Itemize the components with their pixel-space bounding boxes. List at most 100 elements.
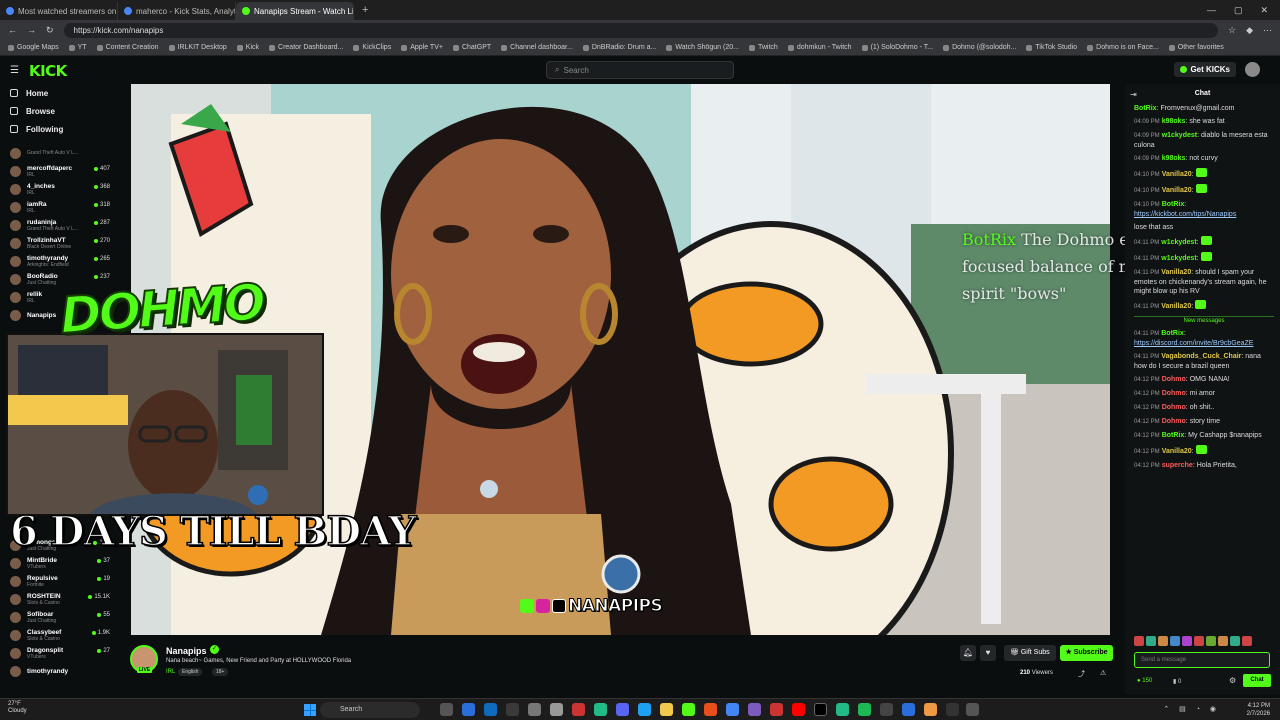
message-link[interactable]: https://kickbot.com/tips/Nanapips <box>1134 211 1236 218</box>
bookmark-item[interactable]: Dohmo (@solodoh... <box>943 44 1016 51</box>
bookmark-item[interactable]: ChatGPT <box>452 44 491 51</box>
user-avatar[interactable] <box>1245 62 1260 77</box>
bookmark-item[interactable]: Twitch <box>748 44 778 51</box>
message-username[interactable]: Vanilla20 <box>1162 171 1192 178</box>
message-username[interactable]: BotRix <box>1134 105 1157 112</box>
message-username[interactable]: Dohmo <box>1162 404 1186 411</box>
share-icon[interactable]: ⤴ <box>1078 669 1085 679</box>
following-channel[interactable]: Repulsive Fortnite 19 <box>0 572 120 590</box>
message-username[interactable]: Dohmo <box>1162 390 1186 397</box>
emote-icon[interactable] <box>1182 636 1192 646</box>
bookmark-item[interactable]: dohmkun - Twitch <box>787 44 852 51</box>
star-icon[interactable]: ☆ <box>1228 25 1236 36</box>
message-username[interactable]: Vanilla20 <box>1161 303 1191 310</box>
discord-icon[interactable] <box>616 703 629 716</box>
menu-icon[interactable]: ⋯ <box>1263 25 1272 36</box>
app-icon[interactable] <box>506 703 519 716</box>
message-username[interactable]: BotRix <box>1162 432 1185 439</box>
emote-icon[interactable] <box>1158 636 1168 646</box>
warning-icon[interactable]: ⚠ <box>1100 669 1106 677</box>
following-channel[interactable]: ROSHTEIN Slots & Casino 15.1K <box>0 590 120 608</box>
app-icon[interactable] <box>594 703 607 716</box>
bookmark-item[interactable]: Channel dashboar... <box>501 44 573 51</box>
message-username[interactable]: w1ckydest <box>1161 239 1196 246</box>
emote-icon[interactable] <box>1206 636 1216 646</box>
gear-icon[interactable]: ⚙ <box>1229 676 1236 685</box>
edge-icon[interactable] <box>484 703 497 716</box>
following-channel[interactable]: TrollzinhaVT Black Desert Online 270 <box>0 234 120 252</box>
bookmark-item[interactable]: Apple TV+ <box>401 44 443 51</box>
x-app-icon[interactable] <box>814 703 827 716</box>
browser-tab-active[interactable]: Nanapips Stream - Watch Liv✕ <box>236 2 354 20</box>
app-icon[interactable] <box>924 703 937 716</box>
bookmark-item[interactable]: Content Creation <box>96 44 159 51</box>
bookmark-item[interactable]: (1) SoloDohmo - T... <box>861 44 933 51</box>
app-icon[interactable] <box>748 703 761 716</box>
bookmark-item[interactable]: DnBRadio: Drum a... <box>582 44 656 51</box>
following-channel[interactable]: timothyrandy <box>0 662 120 680</box>
message-username[interactable]: Dohmo <box>1162 418 1186 425</box>
gift-subs-button[interactable]: 🎁︎ Gift Subs <box>1004 645 1056 661</box>
system-tray[interactable]: ⌃ ▤ ◔ ◉ <box>1163 705 1220 713</box>
windows-start-icon[interactable] <box>304 704 316 716</box>
message-username[interactable]: w1ckydest <box>1161 255 1196 262</box>
taskbar-search[interactable]: Search <box>320 702 420 718</box>
app-icon[interactable] <box>550 703 563 716</box>
app-icon[interactable] <box>770 703 783 716</box>
youtube-icon[interactable] <box>792 703 805 716</box>
chat-message-input[interactable]: Send a message <box>1134 652 1270 668</box>
following-channel[interactable]: Grand Theft Auto V L... <box>0 144 120 162</box>
message-username[interactable]: BotRix <box>1162 201 1185 208</box>
message-username[interactable]: BotRix <box>1161 330 1184 337</box>
emote-icon[interactable] <box>1194 636 1204 646</box>
message-username[interactable]: w1ckydest <box>1162 132 1197 139</box>
forward-icon[interactable]: → <box>27 25 36 35</box>
message-username[interactable]: k98oks <box>1162 155 1186 162</box>
app-icon[interactable] <box>572 703 585 716</box>
app-icon[interactable] <box>880 703 893 716</box>
back-icon[interactable]: ← <box>8 25 17 35</box>
emote-icon[interactable] <box>1242 636 1252 646</box>
kick-logo[interactable]: KICK <box>29 62 67 80</box>
following-channel[interactable]: timothyrandy Arknights: Endfield 265 <box>0 252 120 270</box>
follow-heart-icon[interactable]: ♥ <box>980 645 996 661</box>
bookmark-item[interactable]: Kick <box>236 44 259 51</box>
url-field[interactable]: https://kick.com/nanapips <box>63 22 1218 38</box>
app-icon[interactable] <box>704 703 717 716</box>
subscribe-button[interactable]: ★ Subscribe <box>1060 645 1113 661</box>
minimize-icon[interactable]: — <box>1207 5 1216 16</box>
following-channel[interactable]: iamRa IRL 318 <box>0 198 120 216</box>
app-icon[interactable] <box>462 703 475 716</box>
bookmark-item[interactable]: YT <box>68 44 87 51</box>
message-username[interactable]: Vanilla20 <box>1162 448 1192 455</box>
bookmark-item[interactable]: KickClips <box>353 44 391 51</box>
emote-icon[interactable] <box>1218 636 1228 646</box>
following-channel[interactable]: rudaninja Grand Theft Auto V L... 287 <box>0 216 120 234</box>
browser-tab[interactable]: maherco - Kick Stats, Analytics an✕ <box>118 2 236 20</box>
following-channel[interactable]: mercoffdaperc IRL 407 <box>0 162 120 180</box>
emote-icon[interactable] <box>1134 636 1144 646</box>
chrome-icon[interactable] <box>726 703 739 716</box>
message-username[interactable]: Dohmo <box>1162 376 1186 383</box>
nav-following[interactable]: Following <box>0 120 120 138</box>
nav-home[interactable]: Home <box>0 84 120 102</box>
nav-browse[interactable]: Browse <box>0 102 120 120</box>
taskbar-clock[interactable]: 4:12 PM 2/7/2026 <box>1247 702 1270 718</box>
bookmark-item[interactable]: IRLKIT Desktop <box>168 44 227 51</box>
emote-icon[interactable] <box>1170 636 1180 646</box>
file-explorer-icon[interactable] <box>660 703 673 716</box>
weather-widget[interactable]: 27°F Cloudy <box>8 701 27 715</box>
maximize-icon[interactable]: ▢ <box>1234 5 1243 16</box>
following-channel[interactable]: Sofiboar Just Chatting 55 <box>0 608 120 626</box>
message-username[interactable]: Vagabonds_Cuck_Chair <box>1161 353 1241 360</box>
browser-tab[interactable]: Most watched streamers on popu✕ <box>0 2 118 20</box>
hamburger-menu-icon[interactable]: ☰ <box>10 65 19 76</box>
app-icon[interactable] <box>528 703 541 716</box>
bookmark-item[interactable]: Watch Shōgun (20... <box>666 44 739 51</box>
app-icon[interactable] <box>902 703 915 716</box>
message-username[interactable]: superche <box>1162 462 1193 469</box>
bookmark-item[interactable]: Dohmo is on Face... <box>1087 44 1159 51</box>
refresh-icon[interactable]: ↻ <box>46 25 54 36</box>
spotify-icon[interactable] <box>858 703 871 716</box>
bookmark-item[interactable]: Creator Dashboard... <box>269 44 343 51</box>
